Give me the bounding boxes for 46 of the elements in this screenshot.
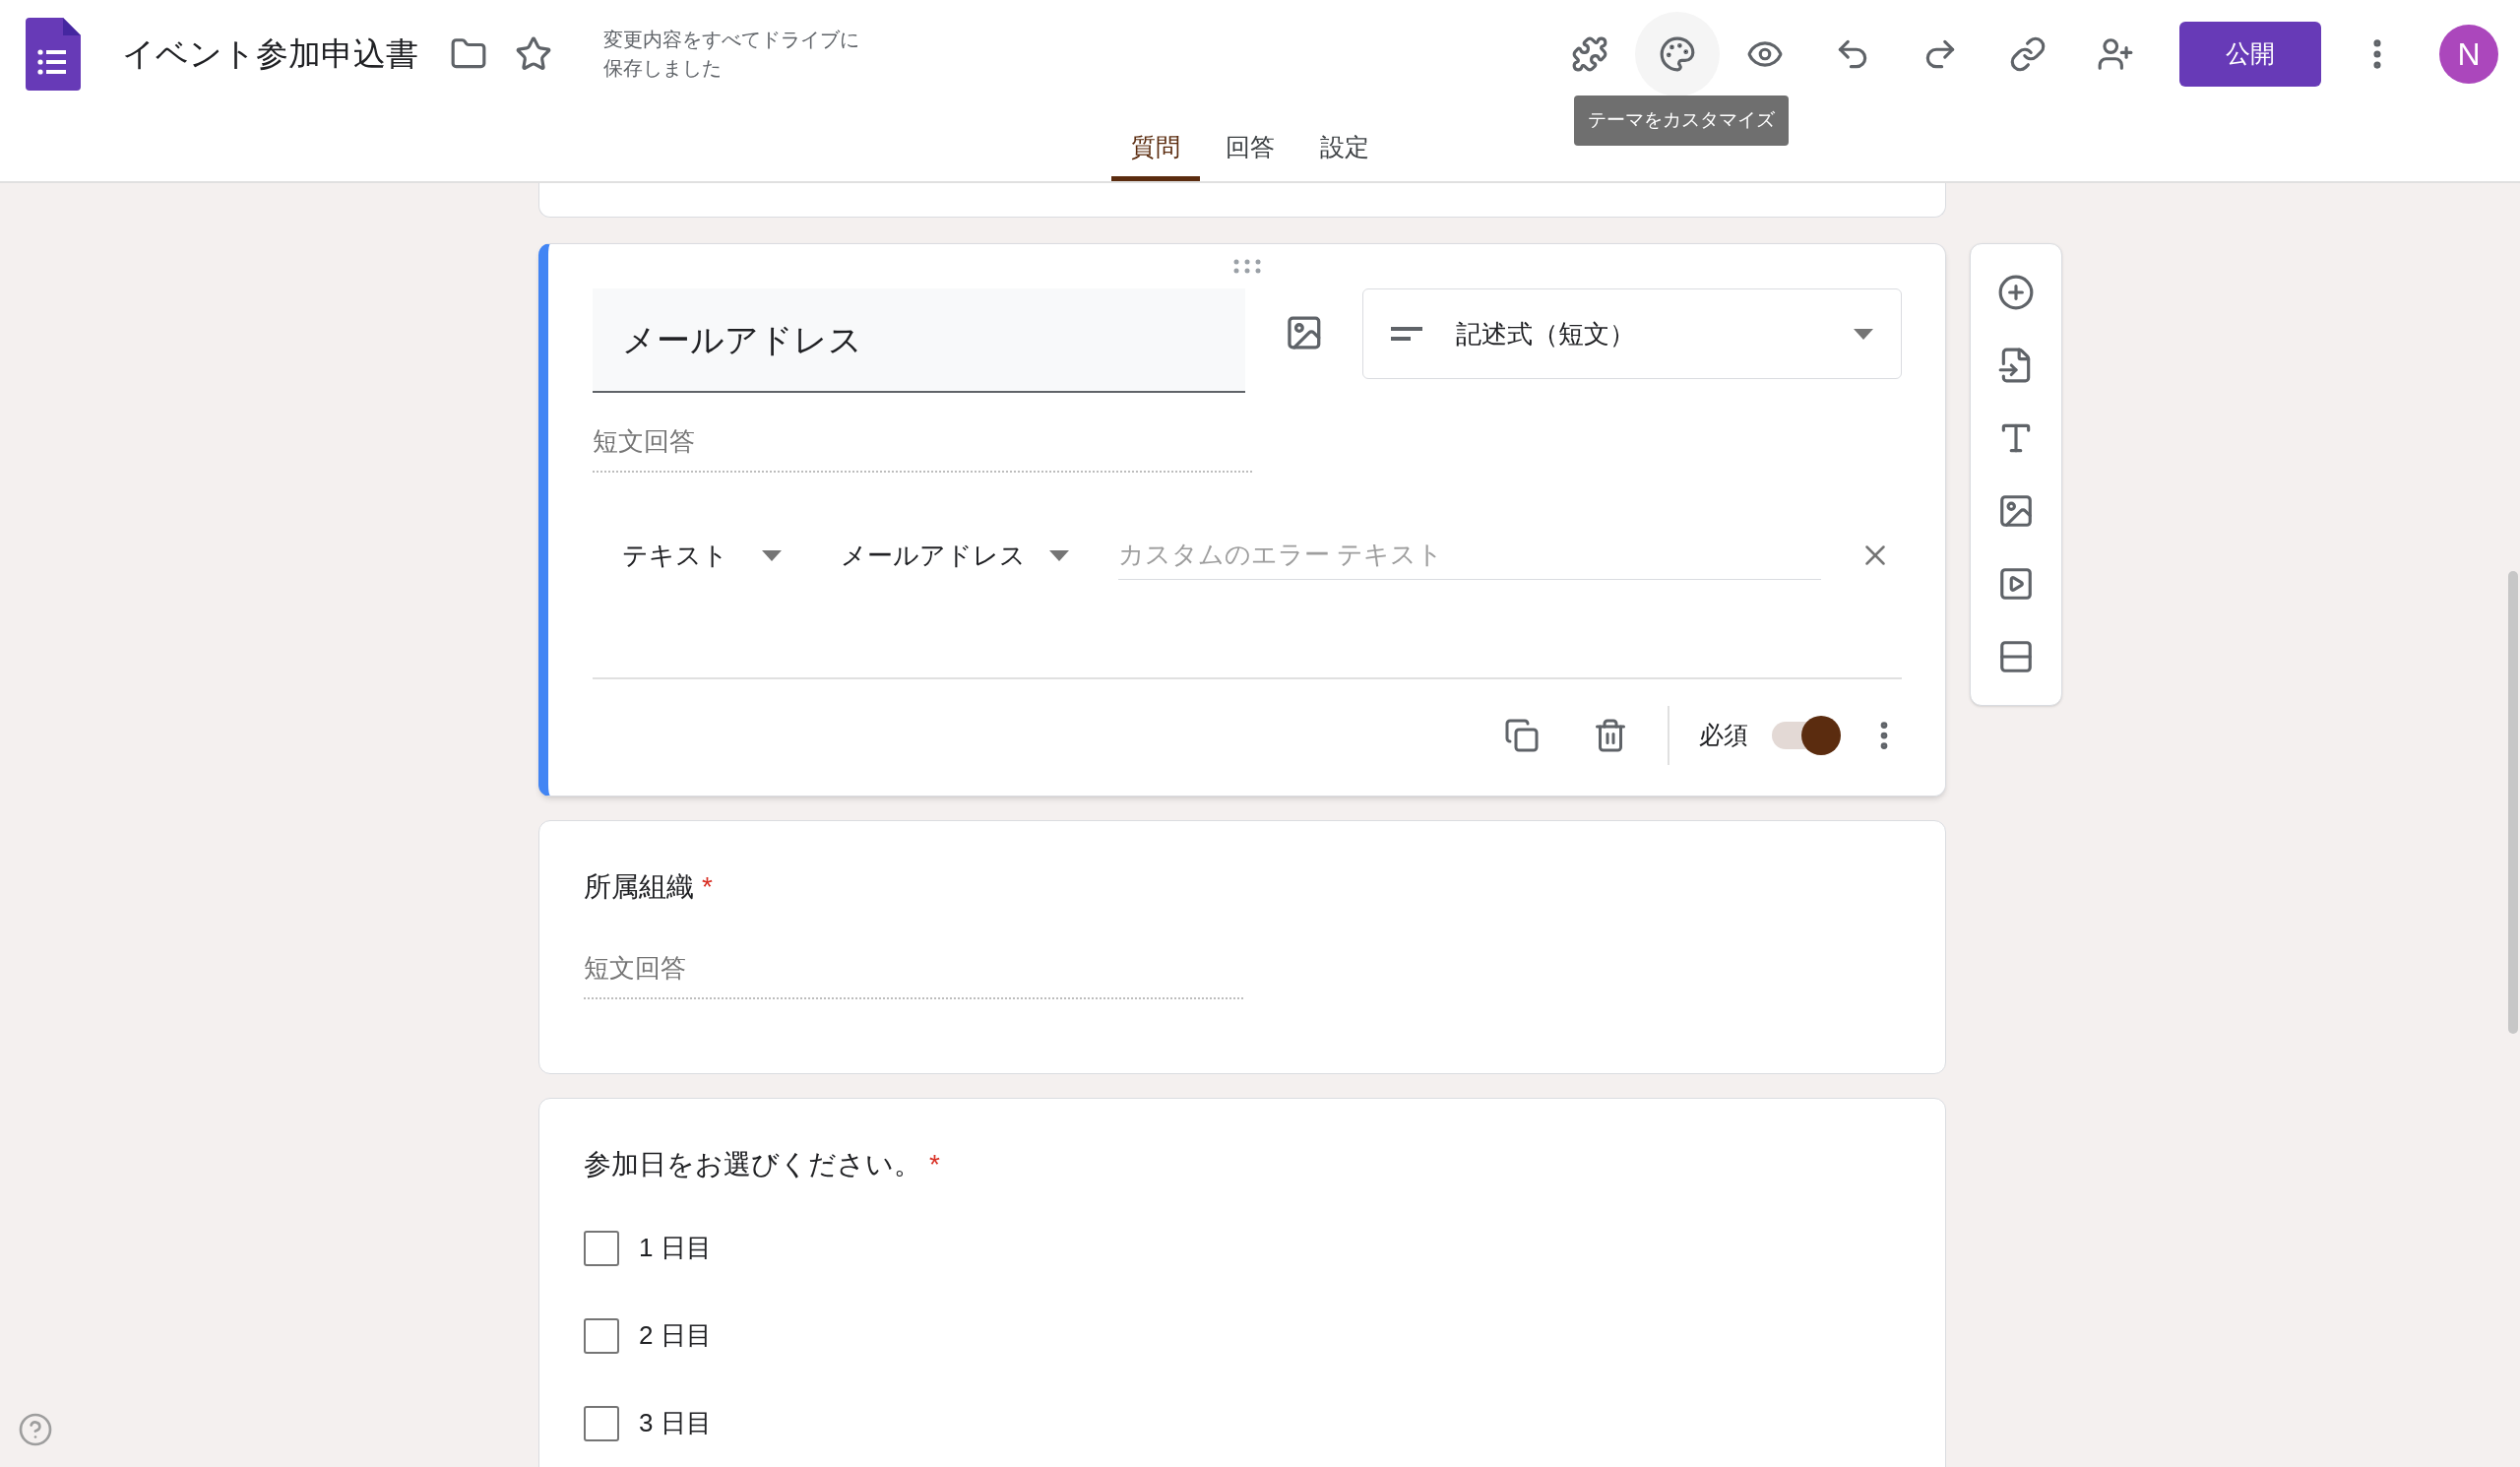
answer-placeholder-line: 短文回答 — [593, 422, 1252, 473]
question-title: 所属組織 — [584, 870, 694, 904]
caret-icon — [762, 549, 782, 561]
forms-logo-icon[interactable] — [26, 18, 81, 91]
option-label: 1 日目 — [639, 1232, 712, 1264]
required-asterisk: * — [702, 870, 713, 904]
scrollbar-thumb[interactable] — [2508, 571, 2518, 1034]
section-icon[interactable] — [1997, 638, 2035, 675]
option-label: 3 日目 — [639, 1407, 712, 1439]
validation-type-dropdown[interactable]: テキスト — [622, 536, 782, 575]
required-label: 必須 — [1699, 720, 1748, 751]
checkbox[interactable] — [584, 1230, 619, 1266]
form-title[interactable]: イベント参加申込書 — [122, 30, 418, 79]
duplicate-icon[interactable] — [1504, 718, 1540, 753]
palette-icon[interactable] — [1659, 35, 1696, 73]
checkbox[interactable] — [584, 1317, 619, 1354]
answer-placeholder-line: 短文回答 — [584, 949, 1243, 999]
delete-icon[interactable] — [1593, 718, 1628, 753]
question-type-dropdown[interactable]: 記述式（短文） — [1362, 288, 1902, 379]
option-label: 2 日目 — [639, 1319, 712, 1352]
save-status-line: 保存しました — [603, 56, 723, 81]
publish-button[interactable]: 公開 — [2179, 22, 2321, 87]
star-icon[interactable] — [515, 35, 552, 73]
add-question-icon[interactable] — [1997, 274, 2035, 311]
required-asterisk: * — [929, 1148, 940, 1181]
validation-condition-dropdown[interactable]: メールアドレス — [841, 536, 1069, 575]
caret-icon — [1049, 549, 1069, 561]
puzzle-icon[interactable] — [1571, 35, 1608, 73]
question-card[interactable]: 所属組織 * 短文回答 — [538, 820, 1946, 1074]
drag-handle-icon[interactable] — [1231, 259, 1262, 274]
save-status-line: 変更内容をすべてドライブに — [603, 28, 859, 52]
tab[interactable]: 設定 — [1300, 108, 1389, 181]
question-card[interactable]: 参加日をお選びください。 * 1 日目 2 日目 3 日目 — [538, 1098, 1946, 1467]
dropdown-caret-icon — [1854, 328, 1873, 340]
video-icon[interactable] — [1997, 565, 2035, 603]
tab[interactable]: 回答 — [1206, 108, 1294, 181]
short-text-icon — [1391, 327, 1423, 341]
add-person-icon[interactable] — [2097, 35, 2134, 73]
error-text-field[interactable]: カスタムのエラー テキスト — [1118, 531, 1821, 580]
question-title: 参加日をお選びください。 — [584, 1148, 921, 1181]
image-icon[interactable] — [1997, 492, 2035, 530]
user-avatar[interactable]: N — [2439, 25, 2498, 84]
link-icon[interactable] — [2009, 35, 2047, 73]
checkbox[interactable] — [584, 1405, 619, 1441]
question-title-field[interactable]: メールアドレス — [593, 288, 1245, 393]
tooltip: テーマをカスタマイズ — [1574, 96, 1789, 146]
